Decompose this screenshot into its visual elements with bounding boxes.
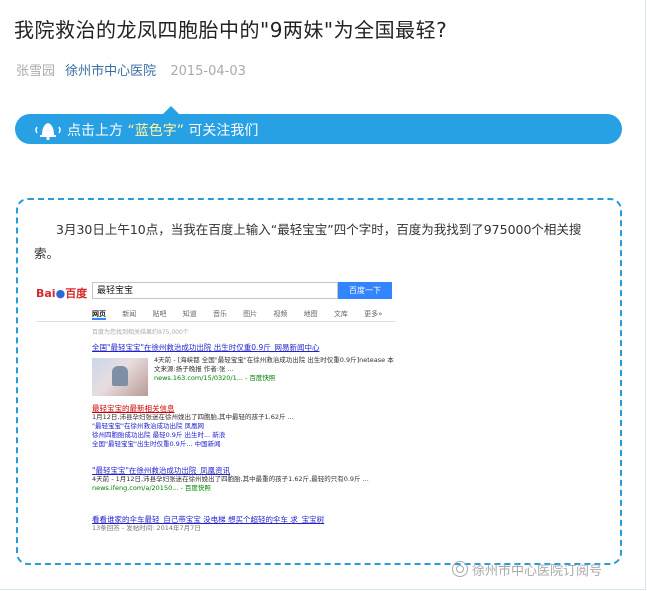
author-name: 张雪园 — [16, 64, 56, 79]
account-link[interactable]: 徐州市中心医院 — [65, 64, 156, 79]
follow-banner-text: 点击上方 “蓝色字” 可关注我们 — [67, 120, 258, 140]
tab-news: 新闻 — [122, 310, 137, 318]
result-snippet: 4天前 - 1月12日,沛县孕妇张迷在徐州娩出了四胞胎,其中最重的孩子1.62斤… — [92, 475, 369, 483]
result-count: 百度为您找到相关结果约975,000个 — [92, 329, 189, 336]
follow-banner[interactable]: 点击上方 “蓝色字” 可关注我们 — [15, 106, 622, 144]
tab-video: 视频 — [273, 310, 288, 318]
result-thumbnail — [92, 358, 148, 396]
result-url: news.163.com/15/0320/1... - 百度快照 — [154, 374, 276, 382]
result-url: news.ifeng.com/a/20150... - 百度快照 — [92, 484, 211, 492]
result-snippet: 13条回答 - 发帖时间: 2014年7月7日 — [92, 524, 201, 532]
bell-icon — [35, 123, 61, 141]
article-title: 我院救治的龙凤四胞胎中的"9两妹"为全国最轻? — [14, 18, 448, 42]
result-title: "最轻宝宝"在徐州救治成功出院_凤凰资讯 — [92, 466, 231, 475]
wechat-icon — [452, 561, 468, 577]
result-snippet: 1月12日,沛县孕妇张迷在徐州娩出了四胞胎,其中最轻的孩子1.62斤 ... — [92, 413, 294, 421]
watermark-text: 徐州市中心医院订阅号 — [472, 564, 603, 579]
tab-tieba: 贴吧 — [152, 310, 167, 318]
result-title: 最轻宝宝的最新相关信息 — [92, 404, 175, 413]
related-link: 全国"最轻宝宝"出生时仅重0.9斤... 中国新闻 — [92, 440, 221, 448]
publish-date: 2015-04-03 — [170, 64, 246, 79]
tab-music: 音乐 — [212, 310, 227, 318]
tab-web: 网页 — [92, 310, 106, 320]
search-result: 全国"最轻宝宝"在徐州救治成功出院 出生时仅重0.9斤_网易新闻中心 — [92, 343, 392, 352]
watermark: 徐州市中心医院订阅号 — [452, 560, 602, 579]
search-result-body: 4天前 - [海峡都 全国"最轻宝宝"在徐州救治成功出院 出生时仅重0.9斤]n… — [154, 356, 394, 383]
search-result: 看看谁家的伞车最轻_自己带宝宝 没电梯 想买个超轻的伞车 求_宝宝树 13条回答… — [92, 515, 392, 533]
search-input: 最轻宝宝 — [92, 282, 338, 299]
divider — [36, 321, 396, 322]
banner-highlight: “蓝色字” — [127, 123, 184, 139]
content-paragraph: 3月30日上午10点，当我在百度上输入“最轻宝宝”四个字时，百度为我找到了975… — [34, 222, 582, 261]
tab-zhidao: 知道 — [182, 310, 197, 318]
search-result: "最轻宝宝"在徐州救治成功出院_凤凰资讯 4天前 - 1月12日,沛县孕妇张迷在… — [92, 466, 392, 493]
search-button: 百度一下 — [338, 282, 392, 299]
baidu-logo: Bai●百度 — [36, 287, 88, 300]
search-screenshot: Bai●百度 最轻宝宝 百度一下 网页 新闻 贴吧 知道 音乐 图片 视频 地图… — [36, 277, 396, 547]
related-link: "最轻宝宝"在徐州救治成功出院 凤凰网 — [92, 422, 205, 430]
tab-images: 图片 — [243, 310, 258, 318]
result-title: 看看谁家的伞车最轻_自己带宝宝 没电梯 想买个超轻的伞车 求_宝宝树 — [92, 515, 325, 524]
banner-prefix: 点击上方 — [67, 123, 123, 139]
tab-more: 更多» — [364, 310, 383, 318]
article-meta: 张雪园 徐州市中心医院 2015-04-03 — [16, 60, 246, 79]
search-result: 最轻宝宝的最新相关信息 1月12日,沛县孕妇张迷在徐州娩出了四胞胎,其中最轻的孩… — [92, 404, 392, 449]
tab-map: 地图 — [303, 310, 318, 318]
search-tabs: 网页 新闻 贴吧 知道 音乐 图片 视频 地图 文库 更多» — [92, 309, 396, 320]
related-link: 徐州四胞胎成功出院 最轻0.9斤 出生时... 新浪 — [92, 431, 226, 439]
result-title: 全国"最轻宝宝"在徐州救治成功出院 出生时仅重0.9斤_网易新闻中心 — [92, 343, 320, 352]
result-snippet: 4天前 - [海峡都 全国"最轻宝宝"在徐州救治成功出院 出生时仅重0.9斤]n… — [154, 356, 394, 373]
banner-suffix: 可关注我们 — [188, 123, 259, 139]
tab-wenku: 文库 — [333, 310, 348, 318]
